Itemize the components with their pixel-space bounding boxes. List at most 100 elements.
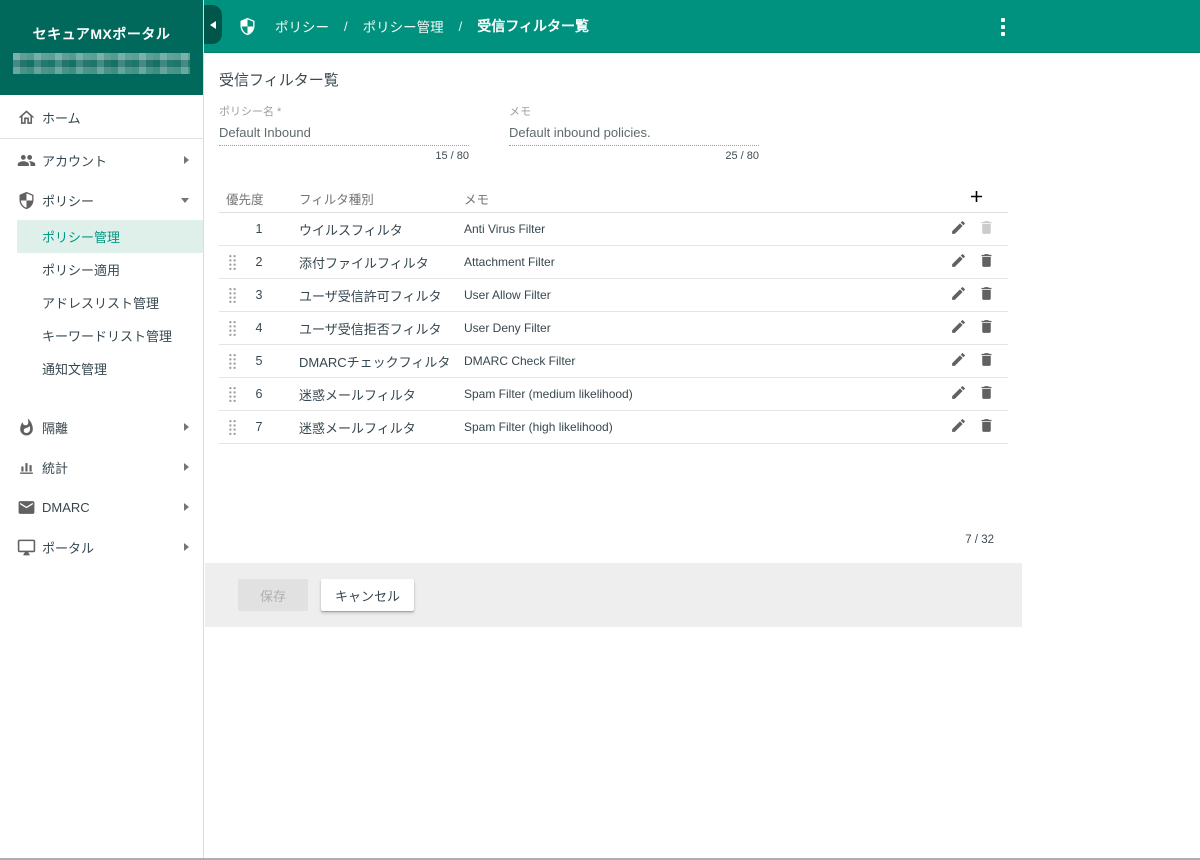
policy-name-char-counter: 15 / 80 — [435, 150, 469, 162]
delete-trash-icon — [978, 219, 995, 239]
policy-fields: ポリシー名 * Default Inbound 15 / 80 メモ Defau… — [219, 103, 1008, 162]
filter-row: 2 添付ファイルフィルタ Attachment Filter — [219, 246, 1008, 279]
sidebar-item-dmarc[interactable]: DMARC — [0, 487, 203, 527]
row-actions — [944, 281, 1008, 309]
cancel-button[interactable]: キャンセル — [321, 579, 415, 611]
drag-handle-icon[interactable] — [219, 353, 237, 370]
row-actions — [944, 347, 1008, 375]
breadcrumb-separator: / — [458, 18, 463, 34]
stats-chart-icon — [16, 457, 36, 477]
edit-button[interactable] — [944, 248, 972, 276]
appbar: ポリシー / ポリシー管理 / 受信フィルター覧 — [204, 0, 1200, 53]
delete-button[interactable] — [972, 314, 1000, 342]
home-icon — [16, 107, 36, 127]
filter-table: 優先度 フィルタ種別 メモ 1 ウイルスフィルタ Anti Virus Filter… — [219, 183, 1008, 444]
priority-cell: 6 — [255, 387, 263, 401]
sidebar-collapse-button[interactable] — [204, 5, 222, 44]
sidebar: セキュアMXポータル ホーム アカウント ポリシー ポリシー管理ポリシー適用アドレスリ… — [0, 0, 204, 860]
sidebar-item-home[interactable]: ホーム — [0, 97, 203, 137]
memo-cell: User Allow Filter — [464, 288, 551, 302]
sidebar-item-label: DMARC — [42, 499, 90, 515]
sidebar-item-address-list-management[interactable]: アドレスリスト管理 — [0, 286, 203, 319]
edit-pencil-icon — [950, 351, 967, 371]
priority-cell: 4 — [255, 321, 263, 335]
policy-shield-icon — [238, 16, 258, 36]
delete-trash-icon — [978, 252, 995, 272]
edit-pencil-icon — [950, 318, 967, 338]
sidebar-item-notification-management[interactable]: 通知文管理 — [0, 352, 203, 385]
delete-trash-icon — [978, 417, 995, 437]
breadcrumb-item-policy[interactable]: ポリシー — [275, 16, 329, 36]
filter-row: 4 ユーザ受信拒否フィルタ User Deny Filter — [219, 312, 1008, 345]
drag-handle-icon[interactable] — [219, 254, 237, 271]
row-actions — [944, 314, 1008, 342]
sidebar-item-accounts[interactable]: アカウント — [0, 140, 203, 180]
filter-row: 1 ウイルスフィルタ Anti Virus Filter — [219, 213, 1008, 246]
policy-name-field: ポリシー名 * Default Inbound 15 / 80 — [219, 103, 469, 162]
drag-handle-icon[interactable] — [219, 386, 237, 403]
memo-field: メモ Default inbound policies. 25 / 80 — [509, 103, 759, 162]
memo-cell: User Deny Filter — [464, 321, 551, 335]
column-header-filter-type: フィルタ種別 — [299, 192, 374, 207]
edit-button[interactable] — [944, 281, 972, 309]
delete-trash-icon — [978, 384, 995, 404]
edit-pencil-icon — [950, 384, 967, 404]
chevron-down-icon — [181, 197, 189, 203]
edit-button[interactable] — [944, 380, 972, 408]
sidebar-item-stats[interactable]: 統計 — [0, 447, 203, 487]
save-button[interactable]: 保存 — [238, 579, 308, 611]
drag-handle-icon[interactable] — [219, 320, 237, 337]
delete-trash-icon — [978, 351, 995, 371]
drag-handle-icon[interactable] — [219, 287, 237, 304]
plus-icon — [967, 187, 986, 209]
delete-button[interactable] — [972, 281, 1000, 309]
edit-pencil-icon — [950, 417, 967, 437]
edit-pencil-icon — [950, 285, 967, 305]
sidebar-item-portal[interactable]: ポータル — [0, 527, 203, 567]
edit-button[interactable] — [944, 413, 972, 441]
policy-name-input[interactable]: Default Inbound — [219, 119, 469, 146]
sidebar-item-label: アドレスリスト管理 — [42, 296, 160, 311]
chevron-right-icon — [184, 423, 189, 431]
edit-button[interactable] — [944, 314, 972, 342]
delete-button[interactable] — [972, 380, 1000, 408]
collapse-arrow-icon — [210, 20, 216, 29]
priority-cell: 5 — [255, 354, 263, 368]
delete-button[interactable] — [972, 215, 1000, 243]
breadcrumb-item-policy-management[interactable]: ポリシー管理 — [363, 16, 444, 36]
sidebar-item-policy-apply[interactable]: ポリシー適用 — [0, 253, 203, 286]
memo-cell: DMARC Check Filter — [464, 354, 576, 368]
mail-icon — [16, 497, 36, 517]
delete-button[interactable] — [972, 347, 1000, 375]
memo-char-counter: 25 / 80 — [725, 150, 759, 162]
filter-row: 3 ユーザ受信許可フィルタ User Allow Filter — [219, 279, 1008, 312]
delete-trash-icon — [978, 318, 995, 338]
drag-handle-icon[interactable] — [219, 419, 237, 436]
filter-row: 7 迷惑メールフィルタ Spam Filter (high likelihood) — [219, 411, 1008, 444]
sidebar-item-keyword-list-management[interactable]: キーワードリスト管理 — [0, 319, 203, 352]
sidebar-item-policy[interactable]: ポリシー — [0, 180, 203, 220]
edit-button[interactable] — [944, 347, 972, 375]
filter-row: 6 迷惑メールフィルタ Spam Filter (medium likelihood… — [219, 378, 1008, 411]
policy-shield-icon — [16, 190, 36, 210]
app-title: セキュアMXポータル — [32, 26, 171, 42]
column-header-priority: 優先度 — [226, 192, 264, 207]
kebab-menu-icon[interactable] — [993, 14, 1013, 40]
priority-cell: 2 — [255, 255, 263, 269]
sidebar-item-quarantine[interactable]: 隔離 — [0, 407, 203, 447]
sidebar-item-policy-management[interactable]: ポリシー管理 — [17, 220, 203, 253]
filter-table-body: 1 ウイルスフィルタ Anti Virus Filter 2 添付ファイルフィルタ Att… — [219, 213, 1008, 444]
memo-cell: Anti Virus Filter — [464, 222, 546, 236]
delete-trash-icon — [978, 285, 995, 305]
memo-input[interactable]: Default inbound policies. — [509, 119, 759, 146]
edit-button[interactable] — [944, 215, 972, 243]
add-filter-button[interactable] — [961, 183, 991, 213]
action-bar: 保存 キャンセル — [205, 563, 1022, 627]
priority-cell: 1 — [255, 222, 263, 236]
chevron-right-icon — [184, 156, 189, 164]
sidebar-item-label: ポリシー適用 — [42, 263, 121, 278]
filter-table-header: 優先度 フィルタ種別 メモ — [219, 183, 1008, 213]
delete-button[interactable] — [972, 413, 1000, 441]
delete-button[interactable] — [972, 248, 1000, 276]
edit-pencil-icon — [950, 219, 967, 239]
